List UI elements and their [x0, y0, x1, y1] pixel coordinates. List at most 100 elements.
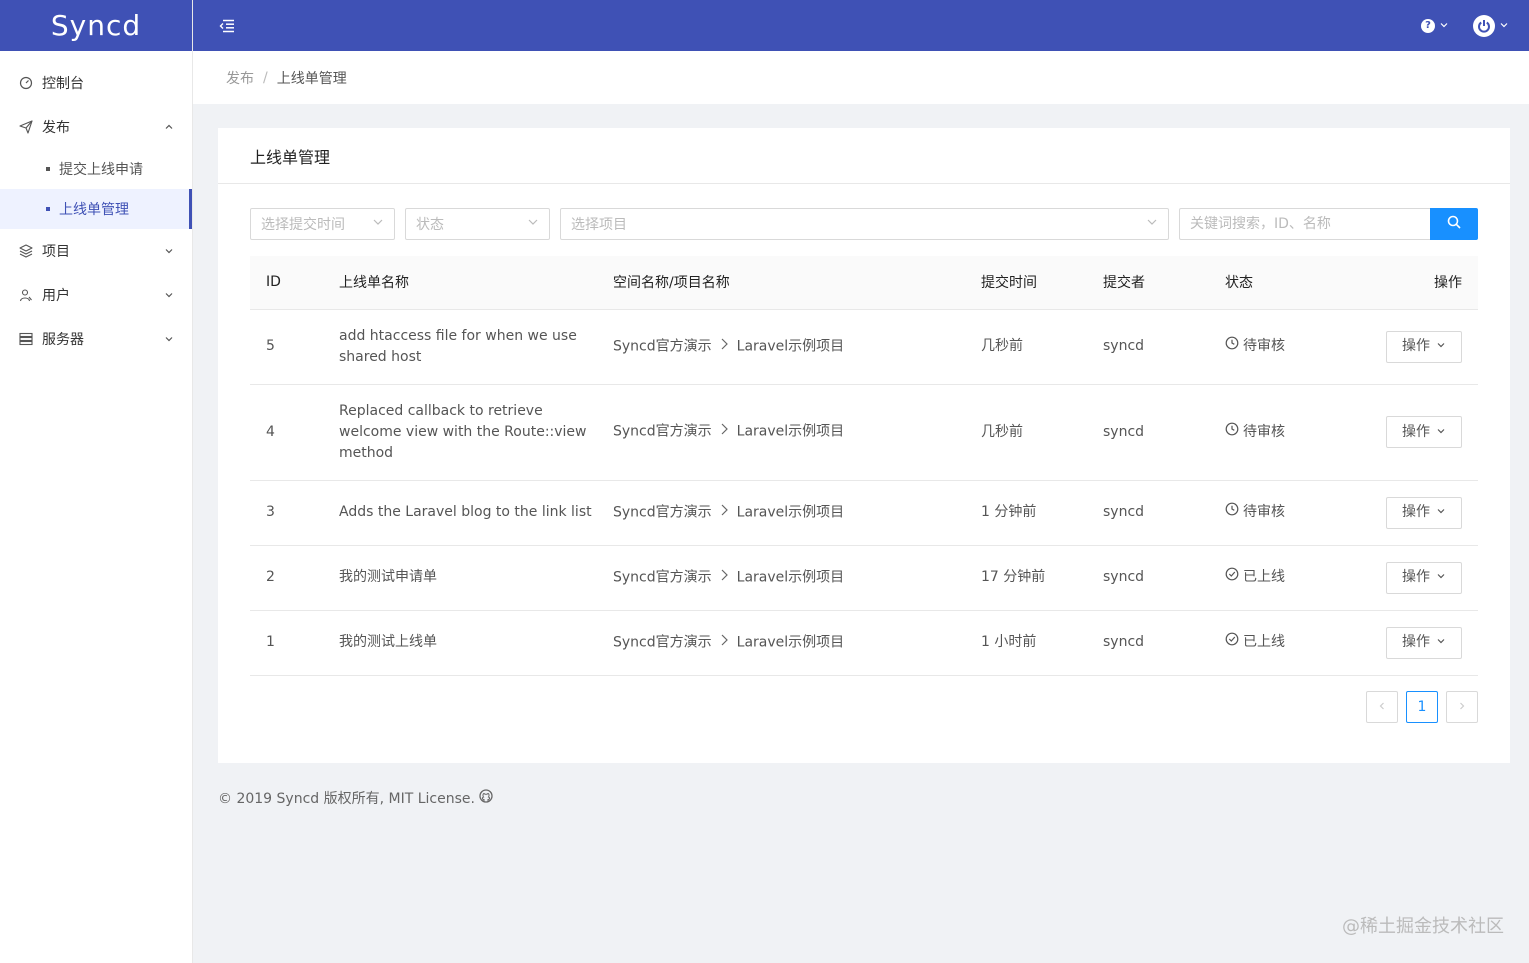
cell-time: 几秒前 [981, 384, 1103, 481]
action-label: 操作 [1402, 504, 1430, 520]
action-dropdown-button[interactable]: 操作 [1386, 496, 1462, 529]
column-header-id: ID [250, 256, 339, 310]
cell-id: 1 [250, 610, 339, 676]
dashboard-icon [18, 75, 34, 91]
chevron-down-icon [1439, 18, 1449, 34]
table-row: 3 Adds the Laravel blog to the link list S… [250, 480, 1478, 546]
chevron-down-icon [1436, 422, 1446, 443]
chevron-down-icon [1436, 502, 1446, 523]
cell-space-project: Syncd官方演示 Laravel示例项目 [613, 384, 981, 481]
clock-icon [1225, 502, 1239, 523]
space-name: Syncd官方演示 [613, 569, 712, 586]
chevron-down-icon [1436, 632, 1446, 653]
status-text: 待审核 [1243, 423, 1285, 440]
page-number-button[interactable]: 1 [1406, 691, 1438, 723]
github-icon[interactable] [479, 789, 493, 807]
prev-page-button[interactable] [1366, 691, 1398, 723]
chevron-down-icon [164, 290, 174, 300]
release-name-line: method [339, 444, 394, 461]
status-badge: 已上线 [1225, 567, 1285, 588]
action-dropdown-button[interactable]: 操作 [1386, 416, 1462, 448]
sidebar-subitem-release-management[interactable]: 上线单管理 [0, 189, 192, 229]
cell-id: 4 [250, 384, 339, 481]
submit-time: 几秒前 [981, 423, 1023, 440]
release-name-line: add htaccess file for when we use [339, 327, 577, 344]
space-name: Syncd官方演示 [613, 504, 712, 521]
table-row: 2 我的测试申请单 Syncd官方演示 Laravel示例项目 17 分钟前 syncd 已… [250, 545, 1478, 611]
chevron-right-icon [720, 502, 729, 523]
search-icon [1447, 215, 1461, 233]
sidebar-item-deploy[interactable]: 发布 [0, 105, 192, 149]
action-dropdown-button[interactable]: 操作 [1386, 561, 1462, 594]
cell-user: syncd [1103, 480, 1225, 546]
cell-status: 已上线 [1225, 545, 1360, 611]
cell-name: Replaced callback to retrieve welcome vie… [339, 384, 613, 481]
clock-icon [1225, 422, 1239, 443]
submitter: syncd [1103, 634, 1145, 650]
cell-time: 几秒前 [981, 309, 1103, 385]
sidebar-item-servers[interactable]: 服务器 [0, 317, 192, 361]
project-name: Laravel示例项目 [736, 569, 845, 586]
status-text: 已上线 [1243, 569, 1285, 585]
project-name: Laravel示例项目 [736, 338, 845, 355]
cell-status: 待审核 [1225, 384, 1360, 481]
check-circle-icon [1225, 567, 1239, 588]
search-group [1179, 208, 1478, 240]
help-dropdown[interactable]: ? [1421, 18, 1449, 34]
status-text: 待审核 [1243, 504, 1285, 520]
chevron-right-icon [720, 421, 729, 442]
sidebar-item-projects[interactable]: 项目 [0, 229, 192, 273]
sidebar-item-label: 发布 [42, 120, 70, 136]
cell-name: 我的测试申请单 [339, 545, 613, 611]
breadcrumb-parent[interactable]: 发布 [226, 68, 254, 88]
menu-fold-icon[interactable] [218, 17, 236, 35]
cell-time: 1 小时前 [981, 610, 1103, 676]
search-input[interactable] [1179, 208, 1430, 240]
space-name: Syncd官方演示 [613, 338, 712, 355]
user-dropdown[interactable] [1473, 14, 1509, 37]
submitter: syncd [1103, 569, 1145, 585]
sidebar-item-users[interactable]: 用户 [0, 273, 192, 317]
project-name: Laravel示例项目 [736, 423, 845, 440]
submit-time-select[interactable]: 选择提交时间 [250, 208, 395, 240]
footer-text: © 2019 Syncd 版权所有, MIT License. [218, 791, 475, 807]
top-right-actions: ? [1421, 14, 1509, 37]
cell-id: 3 [250, 480, 339, 546]
page-title: 上线单管理 [218, 128, 1510, 184]
send-icon [18, 119, 34, 135]
submit-time: 1 分钟前 [981, 504, 1037, 520]
cell-user: syncd [1103, 545, 1225, 611]
sidebar-item-dashboard[interactable]: 控制台 [0, 61, 192, 105]
row-id: 1 [266, 634, 275, 650]
action-dropdown-button[interactable]: 操作 [1386, 626, 1462, 659]
project-select[interactable]: 选择项目 [560, 208, 1169, 240]
top-bar: ? [193, 0, 1529, 51]
cell-action: 操作 [1360, 610, 1478, 676]
chevron-right-icon [720, 632, 729, 653]
power-icon [1473, 14, 1495, 37]
sidebar-item-label: 项目 [42, 244, 70, 260]
submit-time: 1 小时前 [981, 634, 1037, 650]
chevron-up-icon [164, 122, 174, 132]
row-id: 4 [266, 423, 275, 440]
column-header-action: 操作 [1360, 256, 1478, 310]
cell-space-project: Syncd官方演示 Laravel示例项目 [613, 480, 981, 546]
layers-icon [18, 243, 34, 259]
bullet-icon [46, 167, 50, 171]
watermark: @稀土掘金技术社区 [1342, 916, 1504, 937]
action-dropdown-button[interactable]: 操作 [1386, 330, 1462, 363]
users-icon [18, 287, 34, 303]
next-page-button[interactable] [1446, 691, 1478, 723]
search-button[interactable] [1430, 208, 1478, 240]
cell-name: 我的测试上线单 [339, 610, 613, 676]
release-name-line: 我的测试申请单 [339, 569, 437, 585]
cell-id: 5 [250, 309, 339, 385]
status-select[interactable]: 状态 [405, 208, 550, 240]
cell-action: 操作 [1360, 384, 1478, 481]
sidebar-subitem-label: 提交上线申请 [59, 162, 143, 178]
app-logo[interactable]: Syncd [0, 0, 192, 51]
table-row: 1 我的测试上线单 Syncd官方演示 Laravel示例项目 1 小时前 syncd 已上… [250, 610, 1478, 676]
sidebar-subitem-submit-request[interactable]: 提交上线申请 [0, 149, 192, 189]
submit-time: 17 分钟前 [981, 569, 1046, 585]
cell-action: 操作 [1360, 480, 1478, 546]
